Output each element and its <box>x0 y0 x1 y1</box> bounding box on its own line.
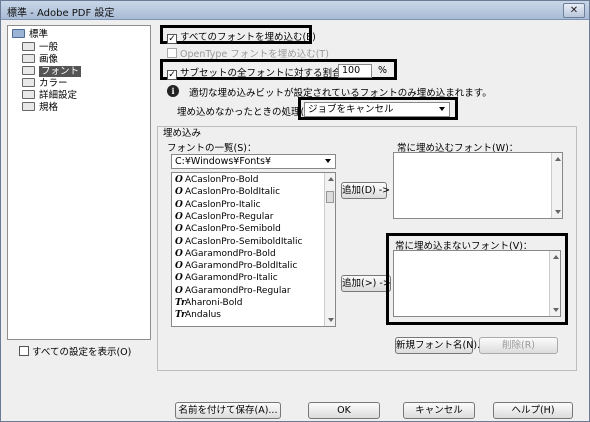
font-folder-select[interactable]: C:¥Windows¥Fonts¥ <box>171 154 336 169</box>
scroll-up-icon[interactable] <box>555 157 561 161</box>
folder-icon <box>12 29 25 38</box>
opentype-font-icon: O <box>175 248 183 259</box>
font-name: ACaslonPro-BoldItalic <box>185 187 281 198</box>
checkbox-checked-icon: ✓ <box>167 34 177 44</box>
font-list-item[interactable]: O AGaramondPro-Italic <box>175 273 278 284</box>
title-bar: 標準 - Adobe PDF 設定 ✕ <box>1 1 589 20</box>
checkbox-icon <box>19 346 29 356</box>
scroll-thumb[interactable] <box>326 191 334 203</box>
font-name: Aharoni-Bold <box>185 298 243 308</box>
font-name: ACaslonPro-Regular <box>185 211 274 222</box>
percent-label: % <box>378 65 388 76</box>
help-button[interactable]: ヘルプ(H) <box>493 402 573 419</box>
opentype-font-icon: O <box>175 273 183 284</box>
fail-action-select[interactable]: ジョブをキャンセル <box>304 102 450 117</box>
embed-all-fonts-checkbox[interactable]: ✓ すべてのフォントを埋め込む(E) <box>167 29 316 44</box>
never-embed-listbox[interactable] <box>393 250 561 317</box>
opentype-font-icon: O <box>175 175 183 185</box>
truetype-font-icon: Tr <box>175 298 186 308</box>
font-name: ACaslonPro-Italic <box>185 199 261 210</box>
folder-icon <box>22 90 35 99</box>
font-list-item[interactable]: TrAharoni-Bold <box>175 298 242 309</box>
new-font-name-button[interactable]: 新規フォント名(N)... <box>395 337 486 354</box>
font-list-item[interactable]: TrAndalus <box>175 310 221 321</box>
font-name: ACaslonPro-Semibold <box>185 224 281 235</box>
font-list-item[interactable]: O AGaramondPro-Bold <box>175 249 276 260</box>
tree-item-general[interactable]: 一般 <box>22 42 58 54</box>
tree-item-advanced[interactable]: 詳細設定 <box>22 90 77 102</box>
font-list-item[interactable]: O ACaslonPro-Bold <box>175 175 258 186</box>
font-name: AGaramondPro-BoldItalic <box>185 261 298 272</box>
font-list-item[interactable]: O ACaslonPro-SemiboldItalic <box>175 237 303 248</box>
subset-checkbox[interactable]: ✓ サブセットの全フォントに対する割合(B)： <box>167 65 365 80</box>
never-embed-scrollbar[interactable] <box>549 251 560 316</box>
opentype-font-icon: O <box>175 187 183 198</box>
font-list-label: フォントの一覧(S)： <box>167 143 257 154</box>
info-icon: i <box>167 85 179 97</box>
chevron-down-icon[interactable] <box>325 159 331 163</box>
always-embed-listbox[interactable] <box>393 152 563 219</box>
opentype-font-icon: O <box>175 285 183 296</box>
opentype-font-icon: O <box>175 199 183 210</box>
cancel-button[interactable]: キャンセル <box>403 402 475 419</box>
folder-icon <box>22 42 35 51</box>
tree-item-standards[interactable]: 規格 <box>22 102 58 114</box>
chevron-down-icon[interactable] <box>439 107 445 111</box>
font-list-item[interactable]: O AGaramondPro-BoldItalic <box>175 261 297 272</box>
folder-icon <box>22 78 35 87</box>
font-list-item[interactable]: O ACaslonPro-BoldItalic <box>175 187 280 198</box>
font-name: Andalus <box>185 310 221 321</box>
opentype-font-icon: O <box>175 261 183 272</box>
fail-action-label: 埋め込めなかったときの処理(F) <box>177 107 314 118</box>
font-list-item[interactable]: O ACaslonPro-Italic <box>175 200 261 211</box>
opentype-font-icon: O <box>175 211 183 222</box>
font-list-scrollbar[interactable] <box>324 173 335 326</box>
ok-button[interactable]: OK <box>308 402 380 419</box>
checkbox-checked-icon: ✓ <box>167 70 177 80</box>
folder-icon <box>22 102 35 111</box>
window-title: 標準 - Adobe PDF 設定 <box>7 8 115 19</box>
settings-tree: 標準 一般 画像 フォント カラー 詳細設定 規格 <box>7 25 151 340</box>
scroll-down-icon[interactable] <box>328 318 334 322</box>
add-never-embed-button[interactable]: 追加(>) -> <box>341 275 391 292</box>
save-as-button[interactable]: 名前を付けて保存(A)... <box>175 402 281 419</box>
close-icon[interactable]: ✕ <box>563 3 585 18</box>
folder-icon <box>22 54 35 63</box>
opentype-font-icon: O <box>175 224 183 235</box>
font-list-item[interactable]: O AGaramondPro-Regular <box>175 286 291 297</box>
add-always-embed-button[interactable]: 追加(D) -> <box>341 182 390 199</box>
font-list-item[interactable]: O ACaslonPro-Regular <box>175 212 273 223</box>
embed-opentype-checkbox[interactable]: OpenType フォントを埋め込む(T) <box>167 46 329 60</box>
font-list-item[interactable]: O ACaslonPro-Semibold <box>175 224 281 235</box>
folder-open-icon <box>22 66 35 75</box>
font-name: AGaramondPro-Italic <box>185 273 278 284</box>
tree-root[interactable]: 標準 <box>12 29 48 41</box>
always-embed-scrollbar[interactable] <box>551 153 562 218</box>
scroll-up-icon[interactable] <box>328 177 334 181</box>
font-listbox[interactable]: O ACaslonPro-Bold O ACaslonPro-BoldItalic O A… <box>171 172 336 327</box>
font-name: AGaramondPro-Regular <box>185 285 291 296</box>
remove-button[interactable]: 削除(R) <box>479 337 558 354</box>
show-all-settings-checkbox[interactable]: すべての設定を表示(O) <box>19 344 131 358</box>
scroll-up-icon[interactable] <box>553 255 559 259</box>
font-name: ACaslonPro-SemiboldItalic <box>185 236 303 247</box>
subset-percent-input[interactable]: 100 <box>338 64 372 78</box>
truetype-font-icon: Tr <box>175 310 186 321</box>
tree-item-images[interactable]: 画像 <box>22 54 58 66</box>
scroll-down-icon[interactable] <box>555 210 561 214</box>
scroll-down-icon[interactable] <box>553 308 559 312</box>
checkbox-icon <box>167 48 177 58</box>
font-name: ACaslonPro-Bold <box>185 175 259 185</box>
font-name: AGaramondPro-Bold <box>185 248 276 259</box>
tree-item-color[interactable]: カラー <box>22 78 68 90</box>
pdf-settings-dialog: 標準 - Adobe PDF 設定 ✕ 標準 一般 画像 フォント カラー 詳細… <box>0 0 590 422</box>
opentype-font-icon: O <box>175 236 183 247</box>
tree-item-fonts[interactable]: フォント <box>22 66 82 78</box>
